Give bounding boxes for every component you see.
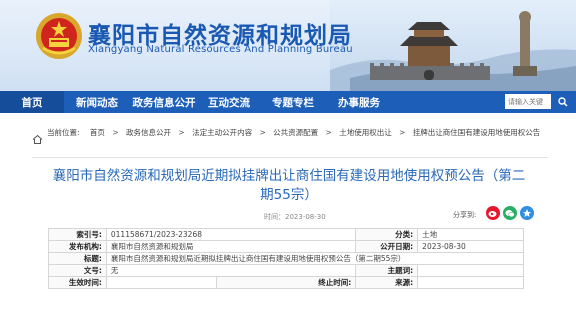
- wechat-share-icon[interactable]: [503, 206, 517, 220]
- source-value: [417, 276, 524, 289]
- nav-item-special-topics[interactable]: 专题专栏: [260, 91, 326, 113]
- category-value: 土地: [417, 228, 524, 241]
- nav-item-interaction[interactable]: 互动交流: [198, 91, 260, 113]
- home-icon: [32, 134, 43, 144]
- qzone-share-icon[interactable]: [520, 206, 534, 220]
- search-input[interactable]: [505, 94, 551, 109]
- nav-item-news[interactable]: 新闻动态: [64, 91, 130, 113]
- index-value: 011158671/2023-23268: [105, 228, 357, 241]
- subject-value: 襄阳市自然资源和规划局近期拟挂牌出让商住国有建设用地使用权预公告（第二期55宗）: [105, 252, 525, 265]
- national-emblem-logo: [36, 13, 82, 59]
- city-wall-scenery-image: [330, 0, 576, 91]
- breadcrumb: 当前位置: 首页 > 政务信息公开 > 法定主动公开内容 > 公共资源配置 > …: [47, 128, 541, 137]
- table-row: 生效时间: 终止时间: 来源:: [48, 276, 524, 289]
- publisher-value: 襄阳市自然资源和规划局: [105, 240, 357, 253]
- docno-label: 文号:: [48, 264, 107, 277]
- docno-value: 无: [105, 264, 357, 277]
- document-info-table: 索引号: 011158671/2023-23268 分类: 土地 发布机构: 襄…: [48, 228, 525, 289]
- breadcrumb-item-home[interactable]: 首页: [90, 128, 105, 137]
- site-header: 襄阳市自然资源和规划局 Xiangyang Natural Resources …: [0, 0, 576, 91]
- index-label: 索引号:: [48, 228, 107, 241]
- breadcrumb-prefix: 当前位置:: [47, 128, 80, 137]
- keywords-value: [417, 264, 524, 277]
- breadcrumb-item-land-transfer[interactable]: 土地使用权出让: [339, 128, 392, 137]
- nav-item-home[interactable]: 首页: [0, 91, 64, 113]
- expire-label: 终止时间:: [215, 276, 357, 289]
- effective-label: 生效时间:: [48, 276, 107, 289]
- share-label: 分享到:: [453, 211, 477, 219]
- search-button[interactable]: [555, 94, 571, 110]
- search-icon: [558, 97, 568, 107]
- pubdate-value: 2023-08-30: [417, 240, 524, 253]
- divider: [32, 157, 548, 158]
- keywords-label: 主题词:: [355, 264, 419, 277]
- publisher-label: 发布机构:: [48, 240, 107, 253]
- weibo-share-icon[interactable]: [486, 206, 500, 220]
- breadcrumb-item-listing-notice[interactable]: 挂牌出让商住国有建设用地使用权公告: [413, 128, 541, 137]
- effective-value: [105, 276, 217, 289]
- publish-time: 时间：2023-08-30: [264, 213, 326, 221]
- main-nav: 首页 新闻动态 政务信息公开 互动交流 专题专栏 办事服务: [0, 91, 576, 113]
- nav-item-gov-info[interactable]: 政务信息公开: [130, 91, 198, 113]
- breadcrumb-item-public-resources[interactable]: 公共资源配置: [273, 128, 318, 137]
- source-label: 来源:: [355, 276, 419, 289]
- breadcrumb-item-statutory[interactable]: 法定主动公开内容: [192, 128, 252, 137]
- subject-label: 标题:: [48, 252, 107, 265]
- article-title: 襄阳市自然资源和规划局近期拟挂牌出让商住国有建设用地使用权预公告（第二期55宗）: [52, 168, 526, 203]
- nav-item-services[interactable]: 办事服务: [326, 91, 392, 113]
- table-row: 索引号: 011158671/2023-23268 分类: 土地: [48, 228, 524, 241]
- breadcrumb-item-gov-info[interactable]: 政务信息公开: [126, 128, 171, 137]
- site-title-en: Xiangyang Natural Resources And Planning…: [88, 44, 353, 55]
- table-row: 文号: 无 主题词:: [48, 264, 524, 277]
- pubdate-label: 公开日期:: [355, 240, 419, 253]
- table-row: 发布机构: 襄阳市自然资源和规划局 公开日期: 2023-08-30: [48, 240, 524, 253]
- category-label: 分类:: [355, 228, 419, 241]
- table-row: 标题: 襄阳市自然资源和规划局近期拟挂牌出让商住国有建设用地使用权预公告（第二期…: [48, 252, 525, 265]
